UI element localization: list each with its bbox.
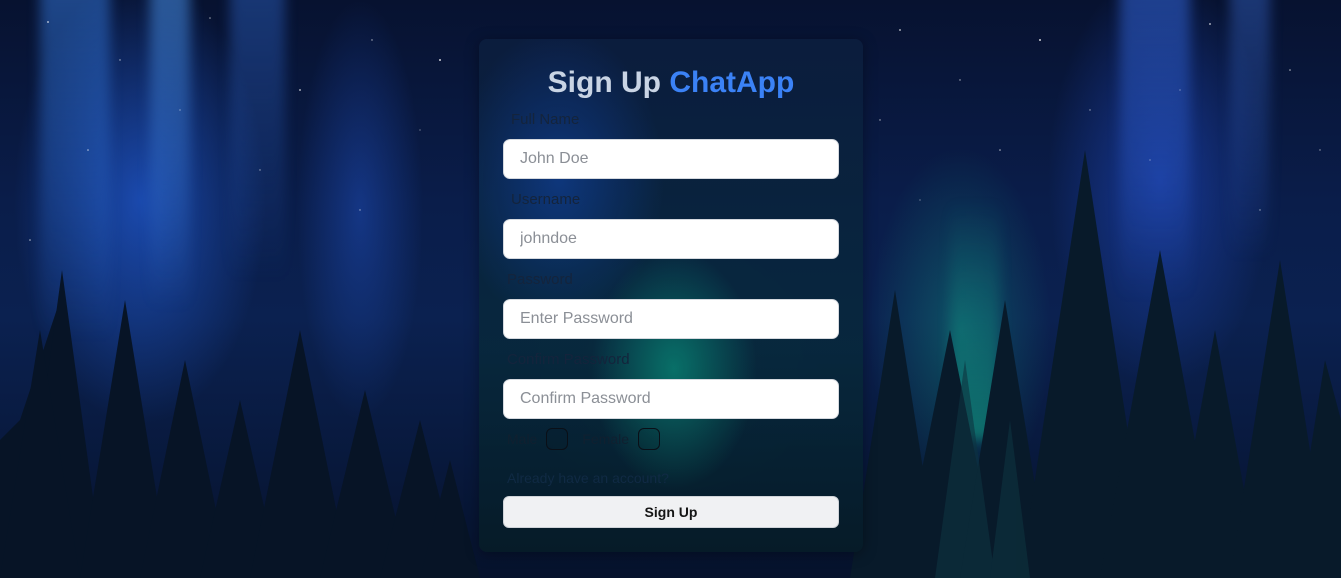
- password-input[interactable]: [503, 299, 839, 339]
- sign-up-button[interactable]: Sign Up: [503, 496, 839, 528]
- gender-selector: Male Female: [507, 426, 674, 452]
- title-prefix: Sign Up: [547, 66, 661, 99]
- confirm-password-label: Confirm Password: [507, 351, 630, 368]
- signup-card: Sign Up ChatApp Full Name Username Passw…: [479, 39, 863, 552]
- login-link[interactable]: Already have an account?: [507, 470, 669, 486]
- username-label: Username: [511, 191, 581, 208]
- female-checkbox[interactable]: [638, 428, 661, 450]
- password-label: Password: [507, 271, 573, 288]
- male-checkbox[interactable]: [546, 428, 569, 450]
- full-name-input[interactable]: [503, 139, 839, 179]
- full-name-label: Full Name: [511, 111, 580, 128]
- username-input[interactable]: [503, 219, 839, 259]
- page-title: Sign Up ChatApp: [479, 65, 863, 101]
- male-label: Male: [507, 431, 538, 447]
- brand-name: ChatApp: [669, 66, 795, 99]
- female-label: Female: [582, 431, 630, 447]
- confirm-password-input[interactable]: [503, 379, 839, 419]
